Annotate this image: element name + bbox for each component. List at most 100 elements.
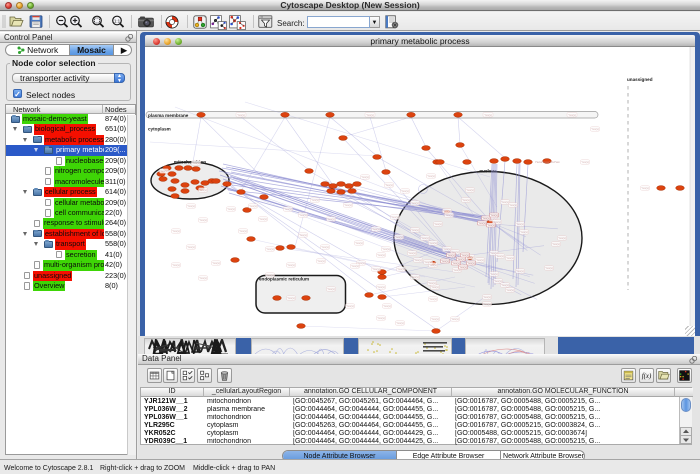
svg-text:Yxx(x): Yxx(x)	[327, 287, 335, 291]
svg-text:Yxx(x): Yxx(x)	[187, 245, 195, 249]
svg-text:YxxxxYxxxxYxxYxxx: YxxxxYxxxxYxxYxxx	[535, 160, 560, 164]
svg-text:Yxx(x): Yxx(x)	[545, 266, 553, 270]
svg-text:cytoplasm: cytoplasm	[148, 127, 171, 132]
svg-text:Yxx(x): Yxx(x)	[487, 223, 495, 227]
svg-text:Yxx(x): Yxx(x)	[317, 259, 325, 263]
svg-text:Yxx(x): Yxx(x)	[490, 272, 498, 276]
svg-text:Yxx(x): Yxx(x)	[212, 261, 220, 265]
svg-text:Yxx(x): Yxx(x)	[259, 217, 267, 221]
svg-text:Yxx(x): Yxx(x)	[249, 204, 257, 208]
svg-text:Yxx(x): Yxx(x)	[344, 203, 352, 207]
svg-text:1:1: 1:1	[114, 19, 121, 24]
svg-text:Yxx(x): Yxx(x)	[361, 175, 369, 179]
svg-text:Yxx(x): Yxx(x)	[552, 242, 560, 246]
svg-text:Yxx(x): Yxx(x)	[395, 235, 403, 239]
svg-text:Yxx(x): Yxx(x)	[443, 247, 451, 251]
svg-text:Yxx(x): Yxx(x)	[287, 296, 295, 300]
svg-text:Yxx(x): Yxx(x)	[447, 253, 455, 257]
svg-text:Yxx(x): Yxx(x)	[321, 245, 329, 249]
svg-text:Yxx(x): Yxx(x)	[428, 281, 436, 285]
svg-text:Yxx(x): Yxx(x)	[427, 174, 435, 178]
svg-text:Yxx(x): Yxx(x)	[478, 221, 486, 225]
svg-text:mitochondrion: mitochondrion	[174, 160, 206, 165]
svg-text:Yxx(x): Yxx(x)	[187, 204, 195, 208]
svg-text:Yxx(x): Yxx(x)	[414, 258, 422, 262]
svg-text:Yxx(x): Yxx(x)	[351, 264, 359, 268]
svg-text:Yxx(x): Yxx(x)	[372, 227, 380, 231]
svg-text:Yxx(x): Yxx(x)	[429, 263, 437, 267]
svg-text:Yxx(x): Yxx(x)	[237, 113, 245, 117]
svg-text:Yxx(x): Yxx(x)	[172, 229, 180, 233]
svg-text:Yxx(x): Yxx(x)	[287, 263, 295, 267]
svg-text:Yxx(x): Yxx(x)	[459, 265, 467, 269]
svg-text:Yxx(x): Yxx(x)	[581, 160, 589, 164]
svg-text:Yxx(x): Yxx(x)	[484, 113, 492, 117]
svg-text:Yxx(x): Yxx(x)	[501, 200, 509, 204]
svg-text:Yxx(x): Yxx(x)	[377, 253, 385, 257]
svg-text:Yxx(x): Yxx(x)	[411, 275, 419, 279]
svg-text:Yxx(x): Yxx(x)	[383, 304, 391, 308]
svg-text:Yxx(x): Yxx(x)	[172, 263, 180, 267]
svg-text:Yxx(x): Yxx(x)	[366, 113, 374, 117]
svg-text:Yxx(x): Yxx(x)	[311, 198, 319, 202]
svg-text:Yxx(x): Yxx(x)	[434, 222, 442, 226]
svg-text:Yxx(x): Yxx(x)	[160, 169, 168, 173]
svg-text:Yxx(x): Yxx(x)	[506, 288, 514, 292]
svg-text:plasma membrane: plasma membrane	[148, 113, 189, 118]
svg-text:Yxx(x): Yxx(x)	[452, 261, 460, 265]
svg-text:Yxx(x): Yxx(x)	[266, 247, 274, 251]
svg-text:Yxx(x): Yxx(x)	[445, 213, 453, 217]
svg-text:Yxx(x): Yxx(x)	[462, 198, 470, 202]
svg-text:Yxx(x): Yxx(x)	[192, 161, 200, 165]
svg-text:Yxx(x): Yxx(x)	[401, 189, 409, 193]
svg-text:Yxx(x): Yxx(x)	[467, 261, 475, 265]
svg-text:Yxx(x): Yxx(x)	[431, 317, 439, 321]
svg-text:Yxx(x): Yxx(x)	[506, 256, 514, 260]
svg-text:Yxx(x): Yxx(x)	[411, 228, 419, 232]
svg-text:Yxx(x): Yxx(x)	[431, 285, 439, 289]
svg-text:Yxx(x): Yxx(x)	[284, 207, 292, 211]
svg-text:Yxx(x): Yxx(x)	[408, 251, 416, 255]
svg-text:Yxx(x): Yxx(x)	[520, 230, 528, 234]
svg-text:Yxx(x): Yxx(x)	[441, 259, 449, 263]
svg-text:Yxx(x): Yxx(x)	[483, 302, 491, 306]
svg-text:Yxx(x): Yxx(x)	[397, 267, 405, 271]
svg-text:Yxx(x): Yxx(x)	[385, 183, 393, 187]
svg-text:Yxx(x): Yxx(x)	[299, 233, 307, 237]
svg-text:Yxx(x): Yxx(x)	[429, 241, 437, 245]
svg-text:Yxx(x): Yxx(x)	[199, 276, 207, 280]
svg-text:Yxx(x): Yxx(x)	[568, 113, 576, 117]
svg-text:Yxx(x): Yxx(x)	[372, 267, 380, 271]
svg-text:Yxx(x): Yxx(x)	[509, 203, 517, 207]
svg-text:Yxx(x): Yxx(x)	[382, 247, 390, 251]
svg-text:Yxx(x): Yxx(x)	[239, 229, 247, 233]
svg-text:Yxx(x): Yxx(x)	[457, 257, 465, 261]
svg-text:Yxx(x): Yxx(x)	[496, 254, 504, 258]
svg-text:Yxx(x): Yxx(x)	[558, 236, 566, 240]
svg-text:Yxx(x): Yxx(x)	[501, 283, 509, 287]
svg-text:unassigned: unassigned	[627, 77, 653, 82]
svg-text:Yxx(x): Yxx(x)	[227, 207, 235, 211]
svg-text:Yxx(x): Yxx(x)	[299, 213, 307, 217]
svg-text:Yxx(x): Yxx(x)	[494, 279, 502, 283]
svg-text:f(x): f(x)	[642, 373, 652, 380]
svg-text:Yxx(x): Yxx(x)	[451, 317, 459, 321]
svg-text:Yxx(x): Yxx(x)	[516, 222, 524, 226]
svg-text:Yxx(x): Yxx(x)	[476, 258, 484, 262]
svg-text:Yxx(x): Yxx(x)	[327, 217, 335, 221]
svg-text:Yxx(x): Yxx(x)	[483, 295, 491, 299]
svg-text:Yxx(x): Yxx(x)	[346, 304, 354, 308]
svg-text:Yxx(x): Yxx(x)	[641, 186, 649, 190]
svg-text:Yxx(x): Yxx(x)	[429, 297, 437, 301]
svg-text:Yxx(x): Yxx(x)	[516, 269, 524, 273]
svg-text:Yxx(x): Yxx(x)	[199, 218, 207, 222]
svg-text:Yxx(x): Yxx(x)	[377, 316, 385, 320]
svg-text:Yxx(x): Yxx(x)	[391, 215, 399, 219]
svg-text:Yxx(x): Yxx(x)	[482, 216, 490, 220]
svg-text:Yxx(x): Yxx(x)	[355, 241, 363, 245]
svg-text:Yxx(x): Yxx(x)	[199, 188, 207, 192]
svg-text:Yxx(x): Yxx(x)	[411, 201, 419, 205]
svg-text:Yxx(x): Yxx(x)	[591, 127, 599, 131]
svg-text:Yxx(x): Yxx(x)	[377, 285, 385, 289]
svg-text:Yxx(x): Yxx(x)	[490, 213, 498, 217]
